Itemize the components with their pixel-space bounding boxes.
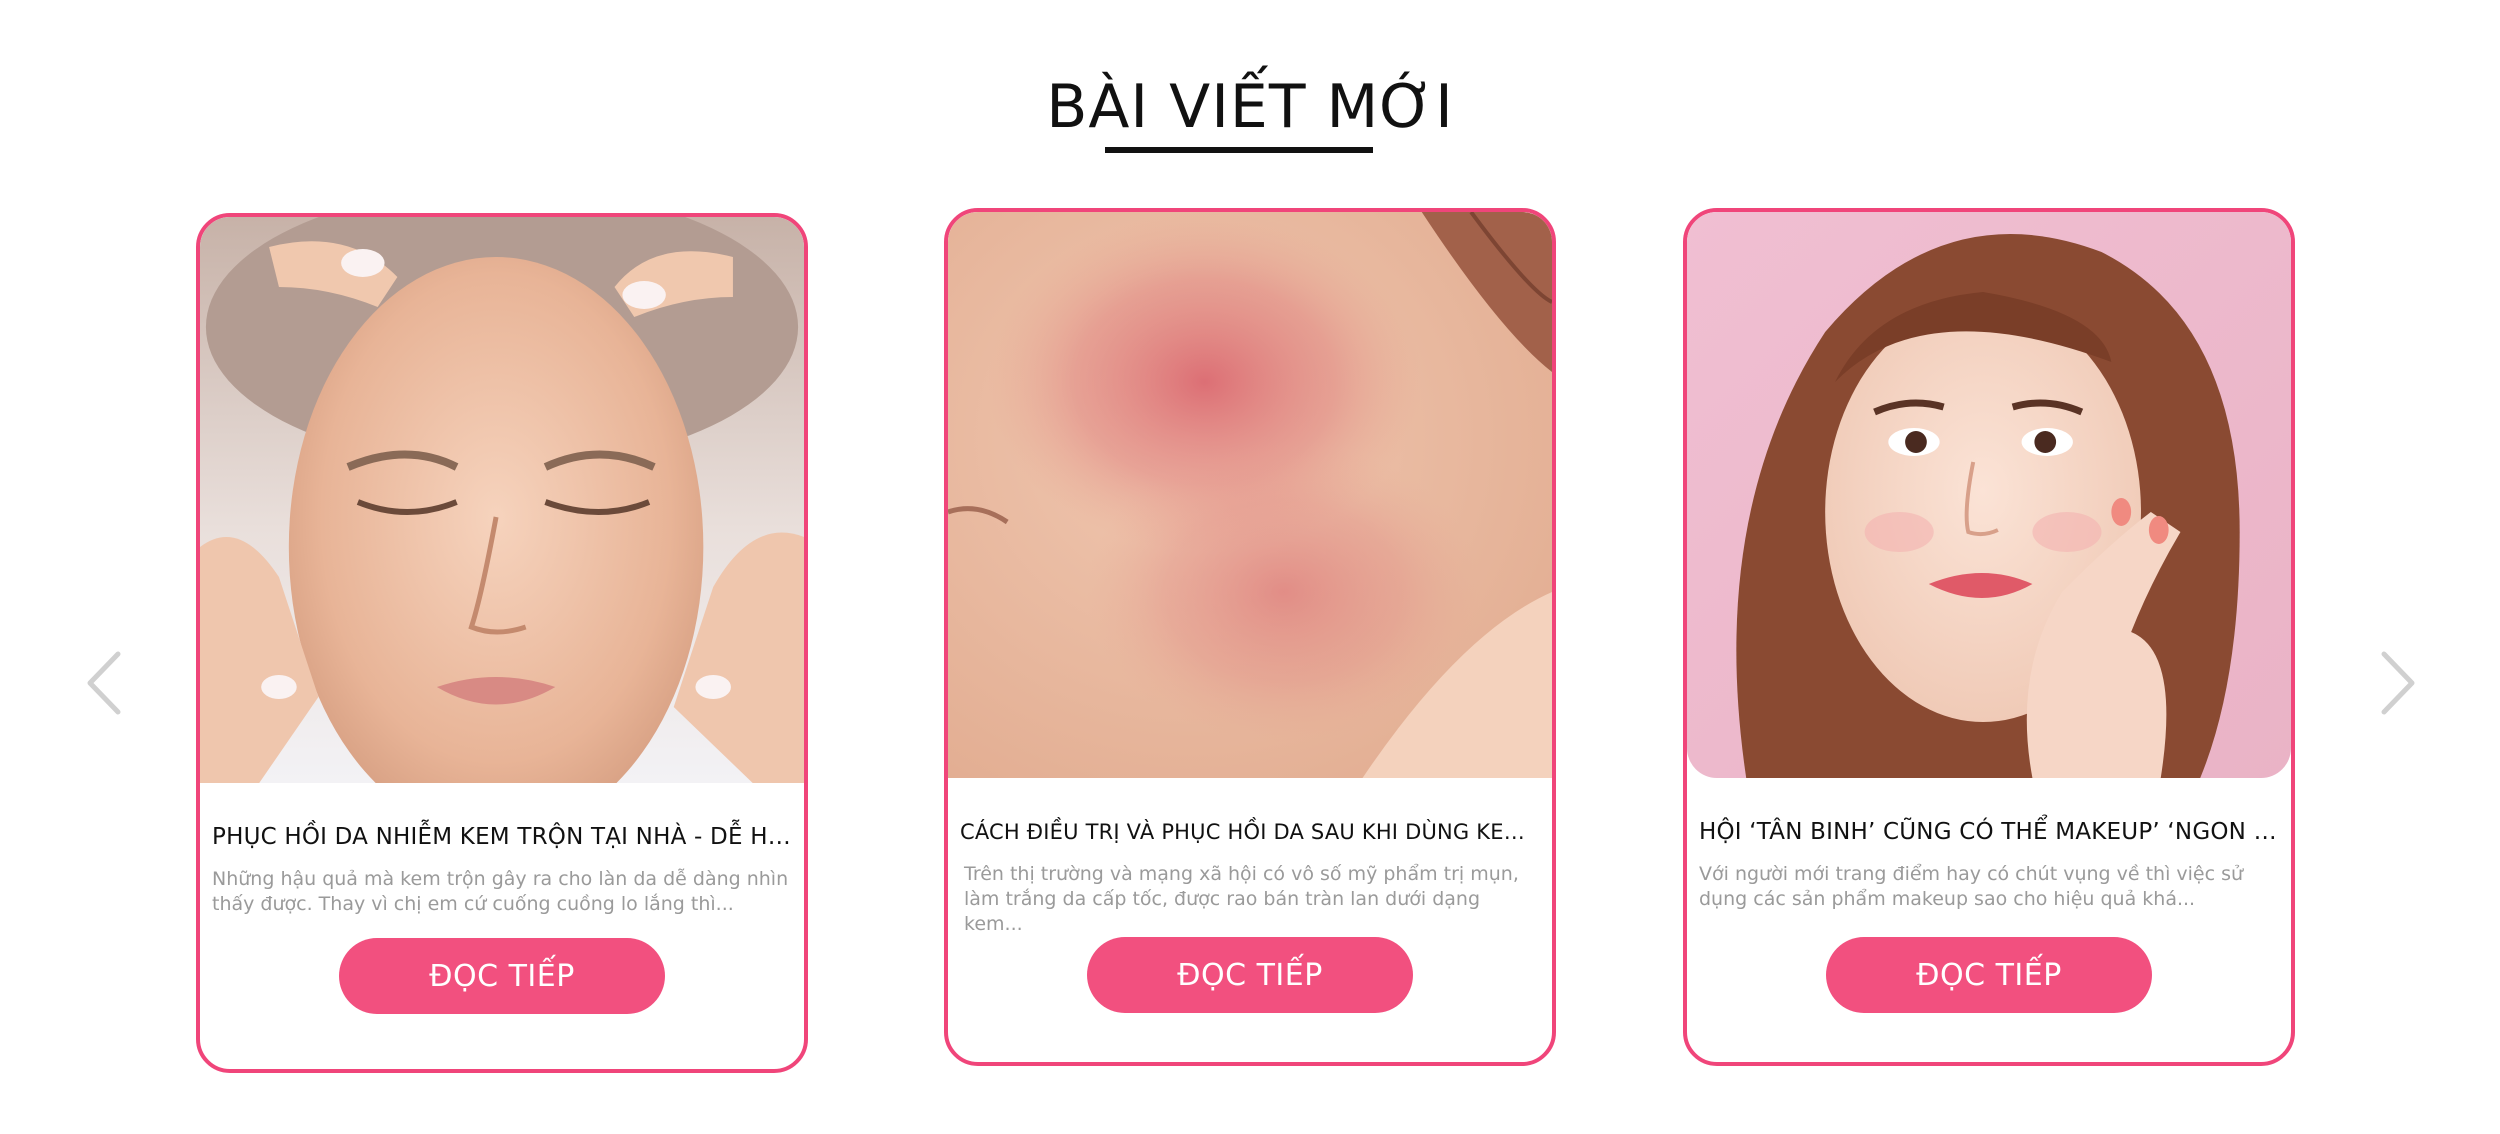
post-card[interactable]: PHỤC HỒI DA NHIỄM KEM TRỘN TẠI NHÀ - DỄ … <box>196 213 808 1073</box>
read-more-button[interactable]: ĐỌC TIẾP <box>339 938 665 1014</box>
post-image[interactable] <box>1687 212 2291 778</box>
chevron-right-icon <box>2381 651 2415 715</box>
post-image[interactable] <box>200 217 804 783</box>
cheek-redness-illustration <box>948 212 1552 778</box>
post-card[interactable]: HỘI ‘TÂN BINH’ CŨNG CÓ THỂ MAKEUP’ ‘NGON… <box>1683 208 2295 1066</box>
carousel-next-button[interactable] <box>2372 648 2422 718</box>
section-title: BÀI VIẾT MỚI <box>1046 72 1454 142</box>
post-excerpt: Trên thị trường và mạng xã hội có vô số … <box>964 863 1519 935</box>
post-card[interactable]: CÁCH ĐIỀU TRỊ VÀ PHỤC HỒI DA SAU KHI DÙN… <box>944 208 1556 1066</box>
new-posts-section: BÀI VIẾT MỚI PHỤC HỒI DA NHIỄM KEM TRỘN … <box>0 0 2500 1134</box>
post-title[interactable]: CÁCH ĐIỀU TRỊ VÀ PHỤC HỒI DA SAU KHI DÙN… <box>960 812 1540 852</box>
chevron-left-icon <box>87 651 121 715</box>
read-more-button[interactable]: ĐỌC TIẾP <box>1087 937 1413 1013</box>
read-more-button[interactable]: ĐỌC TIẾP <box>1826 937 2152 1013</box>
post-title[interactable]: PHỤC HỒI DA NHIỄM KEM TRỘN TẠI NHÀ - DỄ … <box>212 817 792 857</box>
makeup-model-illustration <box>1687 212 2291 778</box>
post-excerpt: Những hậu quả mà kem trộn gây ra cho làn… <box>212 868 789 915</box>
post-image[interactable] <box>948 212 1552 778</box>
title-underline <box>1105 147 1373 153</box>
face-massage-illustration <box>200 217 804 783</box>
post-title[interactable]: HỘI ‘TÂN BINH’ CŨNG CÓ THỂ MAKEUP’ ‘NGON… <box>1699 812 2279 852</box>
post-excerpt: Với người mới trang điểm hay có chút vụn… <box>1699 863 2244 910</box>
carousel-prev-button[interactable] <box>80 648 130 718</box>
